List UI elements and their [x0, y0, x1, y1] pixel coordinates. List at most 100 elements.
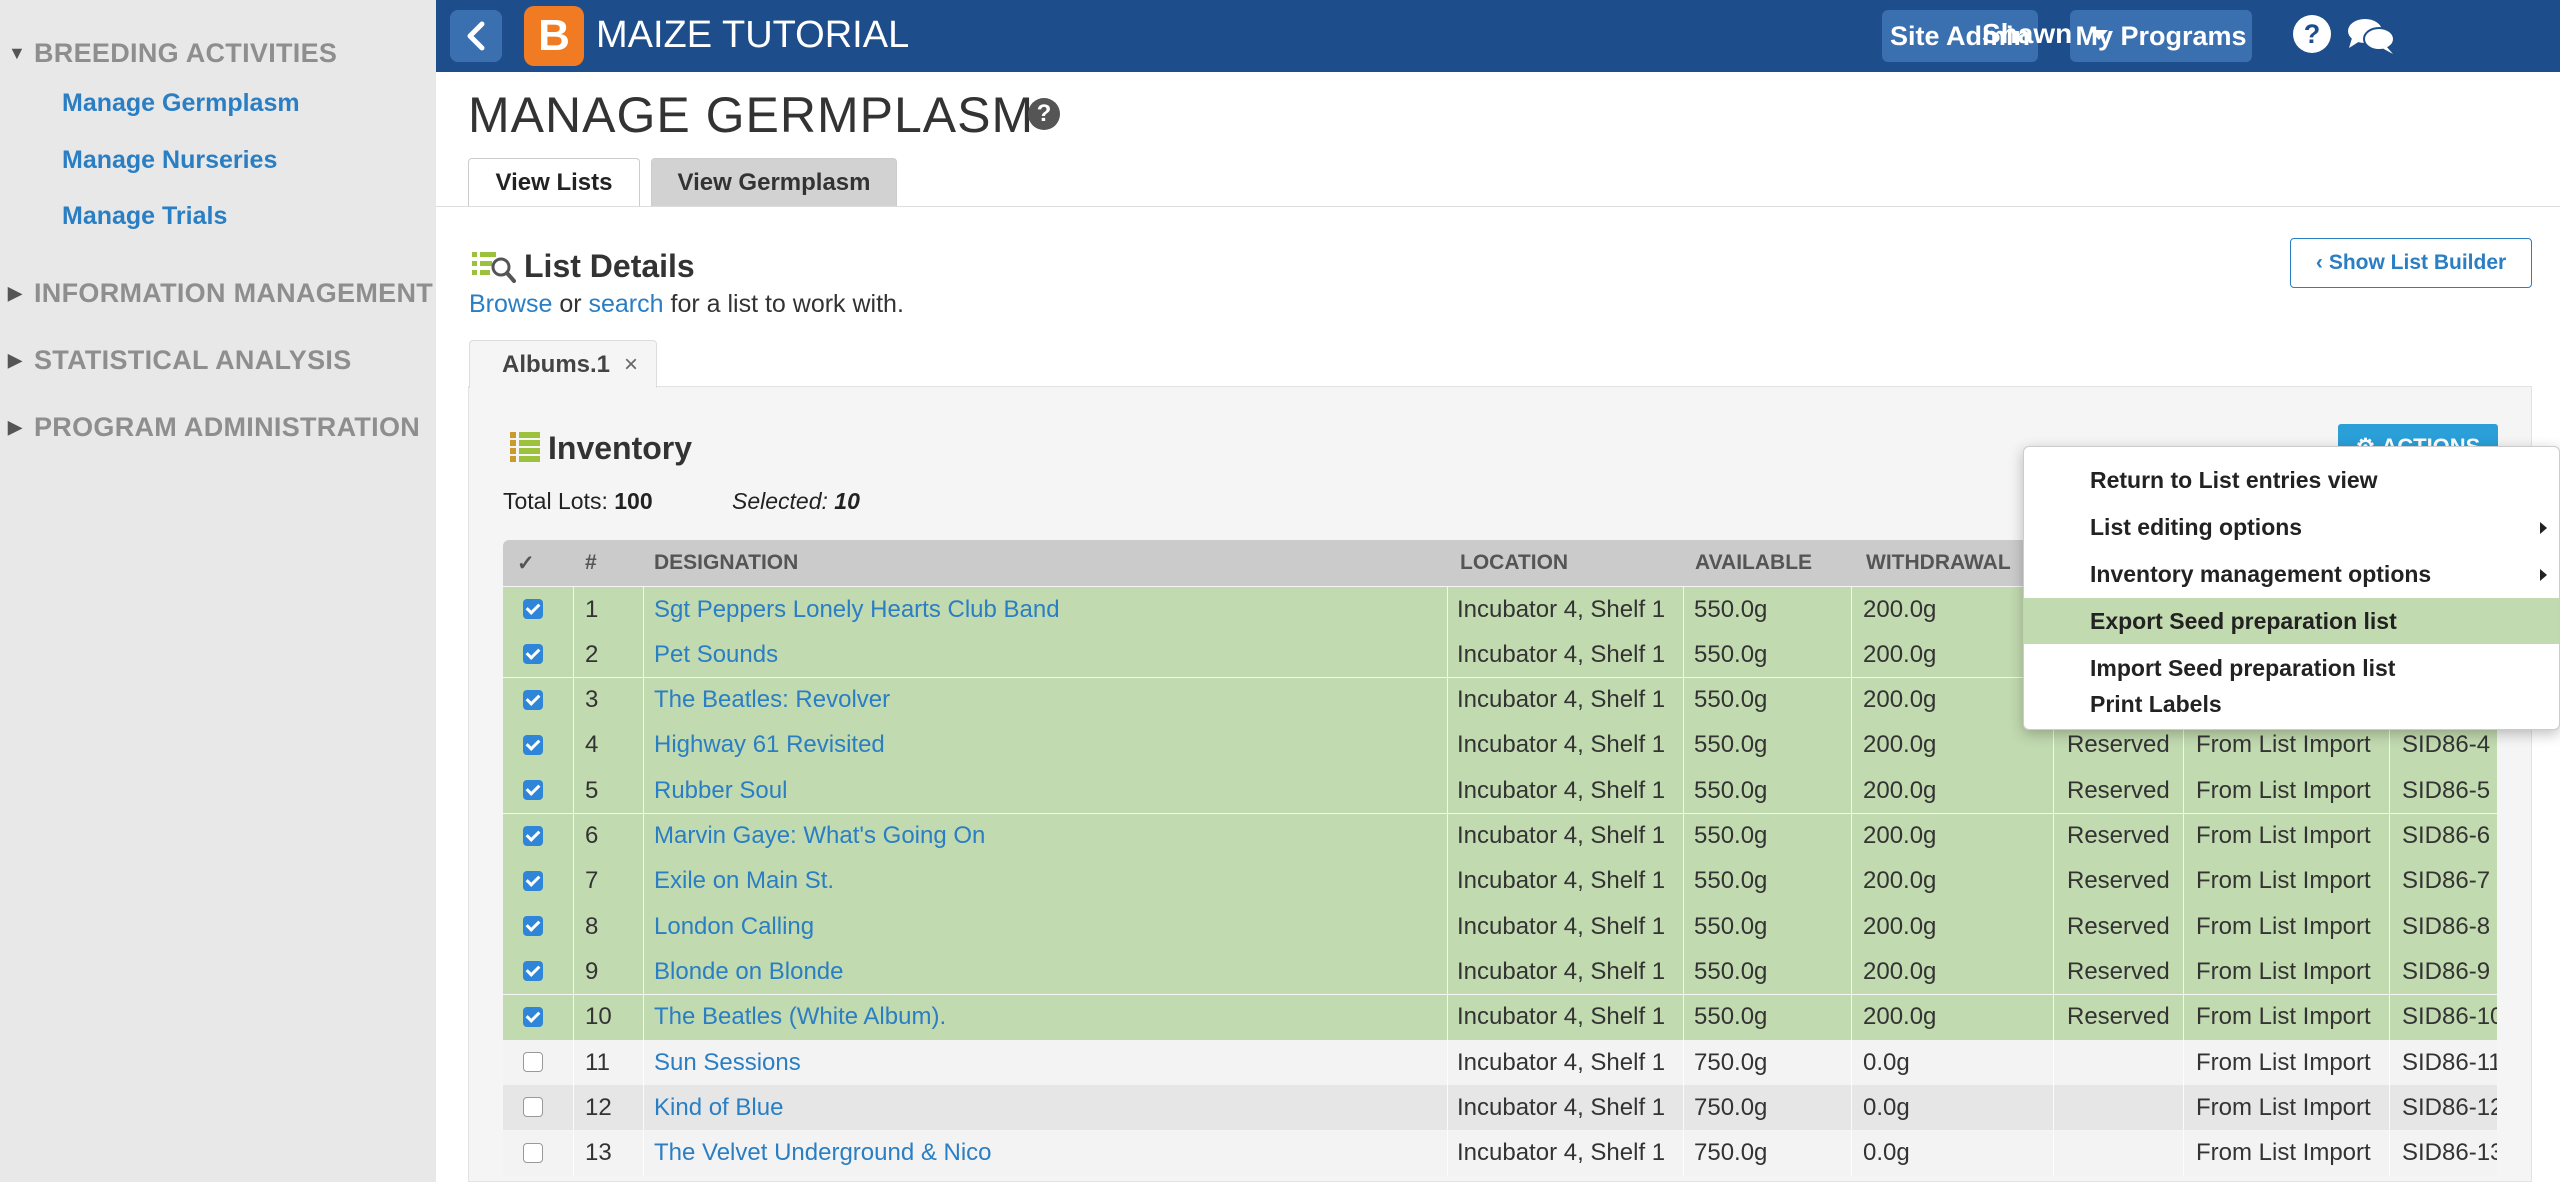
location-cell: Incubator 4, Shelf 1	[1457, 640, 1666, 668]
menu-item-inventory-management-options[interactable]: Inventory management options	[2024, 551, 2559, 597]
designation-link[interactable]: Highway 61 Revisited	[654, 723, 885, 768]
source-cell: From List Import	[2196, 1048, 2371, 1076]
column-divider	[1447, 949, 1448, 995]
column-divider	[2053, 858, 2054, 904]
withdrawal-cell: 200.0g	[1863, 912, 1937, 940]
designation-link[interactable]: Blonde on Blonde	[654, 949, 844, 994]
row-checkbox[interactable]	[523, 870, 543, 891]
row-checkbox[interactable]	[523, 825, 543, 846]
designation-link[interactable]: London Calling	[654, 904, 814, 949]
table-row[interactable]: 9 Blonde on Blonde Incubator 4, Shelf 1 550…	[503, 949, 2497, 995]
sidebar-section-statistical-analysis[interactable]: ▶ STATISTICAL ANALYSIS	[8, 345, 352, 376]
sidebar-item-manage-trials[interactable]: Manage Trials	[62, 202, 227, 231]
tab-view-lists[interactable]: View Lists	[468, 158, 640, 206]
column-header-location[interactable]: LOCATION	[1460, 540, 1568, 586]
designation-link[interactable]: Kind of Blue	[654, 1085, 783, 1130]
table-row[interactable]: 5 Rubber Soul Incubator 4, Shelf 1 550.0g 20…	[503, 768, 2497, 814]
show-list-builder-button[interactable]: ‹ Show List Builder	[2290, 238, 2532, 288]
chat-icon[interactable]	[2346, 16, 2396, 61]
tab-view-germplasm[interactable]: View Germplasm	[651, 158, 897, 206]
column-divider	[1683, 632, 1684, 678]
column-divider	[1851, 813, 1852, 859]
close-icon[interactable]: ×	[624, 351, 638, 379]
designation-link[interactable]: The Beatles (White Album).	[654, 995, 946, 1040]
row-checkbox[interactable]	[523, 1006, 543, 1027]
designation-link[interactable]: Pet Sounds	[654, 632, 778, 677]
browse-link[interactable]: Browse	[469, 290, 552, 318]
column-header-available[interactable]: AVAILABLE	[1695, 540, 1812, 586]
location-cell: Incubator 4, Shelf 1	[1457, 686, 1666, 714]
row-checkbox[interactable]	[523, 599, 543, 619]
menu-item-export-seed-preparation-list[interactable]: Export Seed preparation list	[2024, 598, 2559, 644]
sidebar-item-manage-germplasm[interactable]: Manage Germplasm	[62, 89, 300, 118]
row-checkbox[interactable]	[523, 1052, 543, 1072]
table-row[interactable]: 10 The Beatles (White Album). Incubator 4,…	[503, 994, 2497, 1040]
designation-link[interactable]: The Beatles: Revolver	[654, 678, 890, 723]
sidebar-section-information-management[interactable]: ▶ INFORMATION MANAGEMENT	[8, 278, 433, 309]
designation-link[interactable]: The Velvet Underground & Nico	[654, 1131, 992, 1176]
app-logo: B	[524, 6, 584, 66]
location-cell: Incubator 4, Shelf 1	[1457, 1003, 1666, 1031]
sidebar-section-program-administration[interactable]: ▶ PROGRAM ADMINISTRATION	[8, 412, 420, 443]
location-cell: Incubator 4, Shelf 1	[1457, 1093, 1666, 1121]
column-divider	[2183, 768, 2184, 814]
menu-item-list-editing-options[interactable]: List editing options	[2024, 504, 2559, 550]
column-divider	[1851, 1085, 1852, 1131]
back-button[interactable]	[450, 10, 502, 62]
row-checkbox[interactable]	[523, 734, 543, 755]
column-header-number[interactable]: #	[585, 540, 597, 586]
row-checkbox[interactable]	[523, 1097, 543, 1118]
table-row[interactable]: 12 Kind of Blue Incubator 4, Shelf 1 750.0g…	[503, 1085, 2497, 1131]
column-header-select[interactable]: ✓	[517, 540, 535, 586]
stock-id-cell: SID86-9	[2402, 957, 2491, 985]
user-menu-caret-icon[interactable]	[2090, 30, 2108, 40]
menu-item-return-to-list-entries[interactable]: Return to List entries view	[2024, 457, 2559, 503]
location-cell: Incubator 4, Shelf 1	[1457, 731, 1666, 759]
row-checkbox[interactable]	[523, 780, 543, 801]
column-divider	[643, 677, 644, 723]
column-divider	[643, 949, 644, 995]
row-number: 13	[585, 1139, 612, 1167]
table-row[interactable]: 8 London Calling Incubator 4, Shelf 1 550.0…	[503, 904, 2497, 950]
column-divider	[1683, 858, 1684, 904]
column-divider	[1851, 677, 1852, 723]
designation-link[interactable]: Sun Sessions	[654, 1040, 801, 1085]
user-menu-label[interactable]: Shawn	[1982, 18, 2072, 50]
location-cell: Incubator 4, Shelf 1	[1457, 822, 1666, 849]
search-link[interactable]: search	[589, 290, 664, 318]
column-divider	[1447, 632, 1448, 678]
designation-link[interactable]: Marvin Gaye: What's Going On	[654, 814, 985, 859]
menu-item-print-labels[interactable]: Print Labels	[2024, 681, 2559, 727]
table-row[interactable]: 7 Exile on Main St. Incubator 4, Shelf 1 55…	[503, 858, 2497, 904]
row-checkbox[interactable]	[523, 1142, 543, 1163]
row-checkbox[interactable]	[523, 689, 543, 710]
designation-link[interactable]: Rubber Soul	[654, 768, 787, 813]
column-header-withdrawal[interactable]: WITHDRAWAL	[1866, 540, 2011, 586]
column-header-designation[interactable]: DESIGNATION	[654, 540, 798, 586]
sidebar-section-breeding-activities[interactable]: ▼ BREEDING ACTIVITIES	[8, 38, 337, 69]
row-checkbox[interactable]	[523, 916, 543, 937]
available-cell: 550.0g	[1694, 595, 1768, 623]
page-title: MANAGE GERMPLASM	[468, 87, 1035, 143]
list-tab-albums[interactable]: Albums.1 ×	[469, 340, 657, 388]
column-divider	[1851, 632, 1852, 678]
actions-dropdown-menu: Return to List entries view List editing…	[2023, 446, 2560, 730]
available-cell: 550.0g	[1694, 776, 1768, 804]
hint-or: or	[552, 290, 589, 318]
row-number: 8	[585, 912, 599, 940]
designation-link[interactable]: Sgt Peppers Lonely Hearts Club Band	[654, 587, 1060, 632]
designation-link[interactable]: Exile on Main St.	[654, 859, 834, 904]
table-row[interactable]: 11 Sun Sessions Incubator 4, Shelf 1 750.0g…	[503, 1040, 2497, 1085]
page-help-icon[interactable]: ?	[1028, 98, 1060, 130]
sidebar-item-manage-nurseries[interactable]: Manage Nurseries	[62, 146, 277, 175]
help-icon[interactable]: ?	[2292, 14, 2332, 59]
available-cell: 550.0g	[1694, 822, 1768, 849]
row-checkbox[interactable]	[523, 961, 543, 982]
row-checkbox[interactable]	[523, 644, 543, 665]
column-divider	[2389, 1040, 2390, 1085]
column-divider	[2053, 768, 2054, 814]
table-row[interactable]: 6 Marvin Gaye: What's Going On Incubator 4…	[503, 813, 2497, 859]
column-divider	[1851, 768, 1852, 814]
menu-item-label: Import Seed preparation list	[2090, 654, 2396, 681]
table-row[interactable]: 13 The Velvet Underground & Nico Incubator…	[503, 1130, 2497, 1176]
